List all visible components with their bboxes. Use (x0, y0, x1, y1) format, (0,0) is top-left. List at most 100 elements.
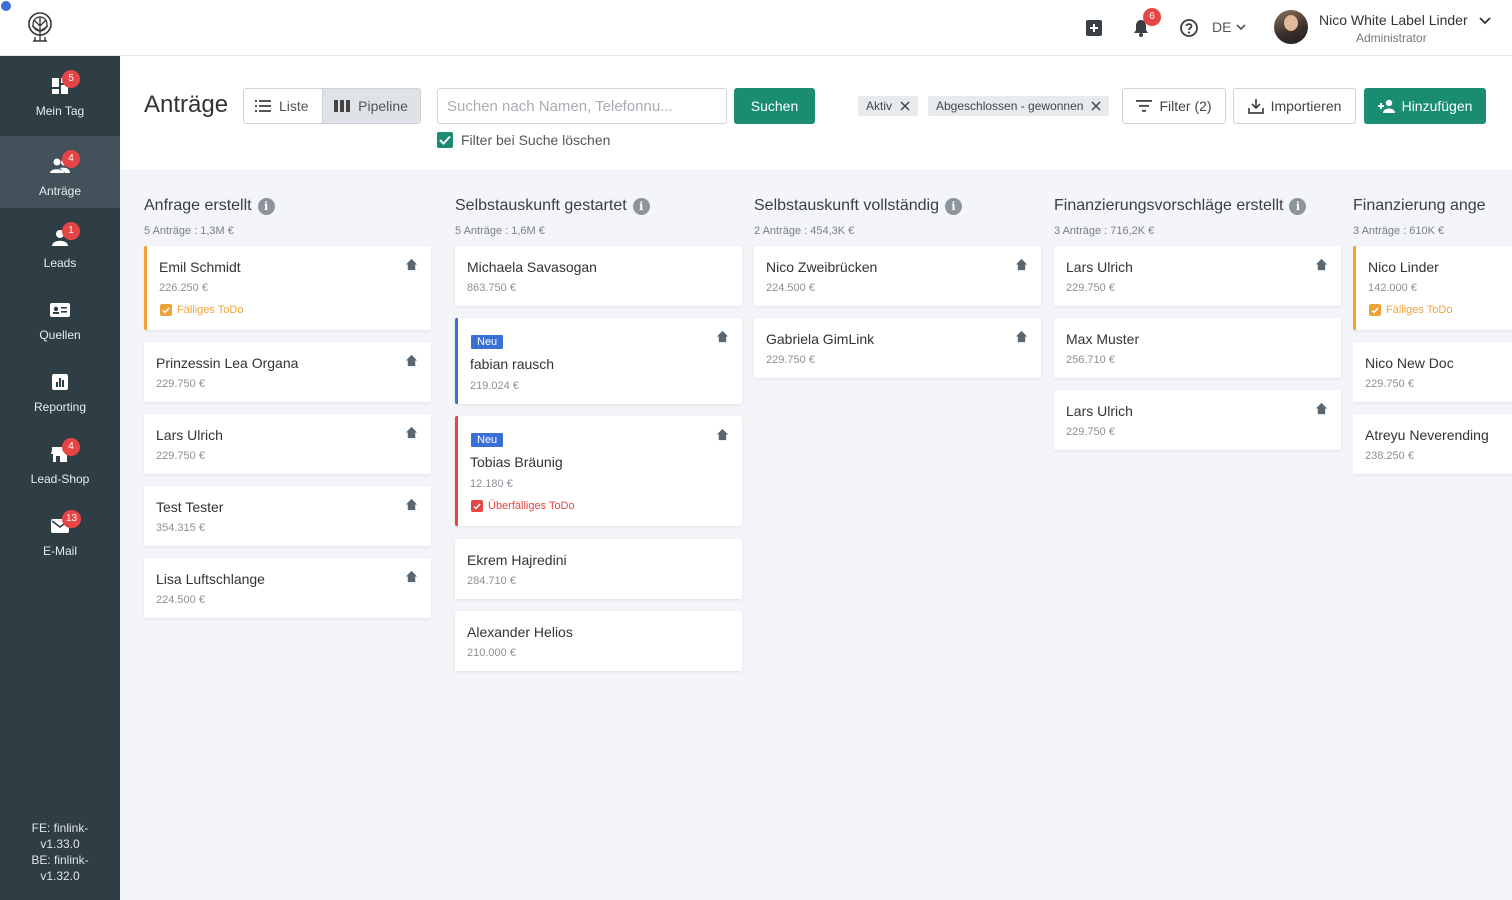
avatar (1274, 10, 1308, 44)
card-amount: 142.000 € (1368, 282, 1417, 294)
card-name: Atreyu Neverending (1365, 427, 1489, 443)
application-card[interactable]: Test Tester 354.315 € (144, 486, 431, 546)
home-icon (405, 498, 418, 511)
bar-chart-icon (50, 372, 70, 392)
user-role: Administrator (1356, 31, 1427, 45)
bell-icon[interactable]: 6 (1129, 8, 1161, 40)
status-dot (1, 1, 11, 11)
card-amount: 238.250 € (1365, 450, 1414, 462)
home-icon (1015, 258, 1028, 271)
card-name: Max Muster (1066, 331, 1140, 347)
filter-button[interactable]: Filter (2) (1122, 88, 1226, 124)
card-amount: 229.750 € (156, 378, 205, 390)
close-icon[interactable] (1091, 101, 1101, 111)
sidebar-item-lead-shop[interactable]: 4 Lead-Shop (0, 424, 120, 496)
application-card[interactable]: Ekrem Hajredini 284.710 € (455, 539, 742, 599)
close-icon[interactable] (900, 101, 910, 111)
application-card[interactable]: Max Muster 256.710 € (1054, 318, 1341, 378)
application-card[interactable]: Alexander Helios 210.000 € (455, 611, 742, 671)
application-card[interactable]: Gabriela GimLink 229.750 € (754, 318, 1041, 378)
home-icon (716, 428, 729, 441)
card-name: Michaela Savasogan (467, 259, 597, 275)
column-title-text: Finanzierungsvorschläge erstellt (1054, 197, 1284, 214)
clear-filter-checkbox[interactable]: Filter bei Suche löschen (437, 132, 610, 148)
search-button[interactable]: Suchen (734, 88, 815, 124)
card-name: Lars Ulrich (1066, 403, 1133, 419)
filter-button-label: Filter (2) (1159, 98, 1212, 114)
search-input[interactable] (437, 88, 727, 124)
calendar-check-icon (471, 500, 483, 512)
application-card[interactable]: Atreyu Neverending 238.250 € (1353, 414, 1512, 474)
application-card[interactable]: Nico Linder 142.000 € Fälliges ToDo (1353, 246, 1512, 330)
info-icon[interactable]: i (632, 197, 650, 215)
sidebar-item-leads[interactable]: 1 Leads (0, 208, 120, 280)
language-select[interactable]: DE (1212, 19, 1247, 35)
home-icon (405, 426, 418, 439)
tree-logo-icon[interactable] (22, 10, 58, 46)
add-button[interactable]: Hinzufügen (1364, 88, 1486, 124)
sidebar-item-mein-tag[interactable]: 5 Mein Tag (0, 56, 120, 128)
column-title: Finanzierung ange (1353, 197, 1486, 215)
sidebar-badge: 4 (62, 150, 80, 168)
card-name: Tobias Bräunig (470, 454, 563, 470)
application-card[interactable]: Neu fabian rausch 219.024 € (455, 318, 742, 404)
card-amount: 354.315 € (156, 522, 205, 534)
calendar-check-icon (1369, 304, 1381, 316)
card-name: fabian rausch (470, 356, 555, 372)
application-card[interactable]: Prinzessin Lea Organa 229.750 € (144, 342, 431, 402)
todo-label: Fälliges ToDo (1386, 304, 1453, 316)
application-card[interactable]: Lisa Luftschlange 224.500 € (144, 558, 431, 618)
version-line: v1.33.0 (40, 837, 80, 851)
user-menu[interactable]: Nico White Label Linder Administrator (1274, 10, 1504, 48)
sidebar-item-e-mail[interactable]: 13 E-Mail (0, 496, 120, 568)
view-list-label: Liste (279, 98, 309, 114)
version-line: v1.32.0 (40, 869, 80, 883)
card-amount: 229.750 € (1066, 282, 1115, 294)
todo-label: Überfälliges ToDo (488, 500, 575, 512)
sidebar-item-reporting[interactable]: Reporting (0, 352, 120, 424)
plus-square-icon[interactable] (1082, 16, 1106, 40)
card-amount: 229.750 € (766, 354, 815, 366)
application-card[interactable]: Neu Tobias Bräunig 12.180 € Überfälliges… (455, 416, 742, 526)
sidebar-item-label: Leads (43, 256, 77, 270)
application-card[interactable]: Lars Ulrich 229.750 € (1054, 390, 1341, 450)
application-card[interactable]: Nico New Doc 229.750 € (1353, 342, 1512, 402)
filter-chip-abgeschlossen[interactable]: Abgeschlossen - gewonnen (928, 96, 1110, 116)
pipeline-board: Anfrage erstellt i 5 Anträge : 1,3M € Em… (120, 170, 1512, 900)
card-name: Alexander Helios (467, 624, 573, 640)
application-card[interactable]: Nico Zweibrücken 224.500 € (754, 246, 1041, 306)
card-amount: 219.024 € (470, 380, 519, 392)
application-card[interactable]: Lars Ulrich 229.750 € (1054, 246, 1341, 306)
sidebar-badge: 5 (62, 70, 80, 88)
application-card[interactable]: Lars Ulrich 229.750 € (144, 414, 431, 474)
todo-indicator: Überfälliges ToDo (471, 500, 575, 512)
card-amount: 224.500 € (766, 282, 815, 294)
view-list-button[interactable]: Liste (244, 89, 322, 123)
info-icon[interactable]: i (1289, 197, 1307, 215)
application-card[interactable]: Emil Schmidt 226.250 € Fälliges ToDo (144, 246, 431, 330)
pipeline-column: Selbstauskunft vollständig i 2 Anträge :… (754, 170, 1042, 900)
new-badge: Neu (471, 433, 504, 447)
language-value: DE (1212, 19, 1232, 35)
id-card-icon (50, 300, 70, 320)
column-summary: 5 Anträge : 1,6M € (455, 225, 545, 237)
info-icon[interactable]: i (945, 197, 962, 215)
card-name: Lisa Luftschlange (156, 571, 265, 587)
version-line: FE: finlink- (31, 821, 89, 835)
import-button[interactable]: Importieren (1233, 88, 1356, 124)
filter-chip-aktiv[interactable]: Aktiv (858, 96, 919, 116)
pipeline-column: Finanzierungsvorschläge erstellt i 3 Ant… (1054, 170, 1342, 900)
column-title-text: Selbstauskunft vollständig (754, 197, 939, 214)
info-icon[interactable]: i (257, 197, 275, 215)
view-pipeline-button[interactable]: Pipeline (322, 89, 420, 123)
help-circle-icon[interactable] (1177, 16, 1201, 40)
card-amount: 224.500 € (156, 594, 205, 606)
sidebar-item-label: E-Mail (42, 544, 77, 558)
sidebar-item-antraege[interactable]: 4 Anträge (0, 136, 120, 208)
download-icon (1247, 99, 1264, 114)
sidebar: 5 Mein Tag 4 Anträge 1 Leads Quellen Rep… (0, 56, 120, 900)
sidebar-item-quellen[interactable]: Quellen (0, 280, 120, 352)
check-icon (437, 132, 453, 148)
sidebar-item-label: Lead-Shop (30, 472, 90, 486)
application-card[interactable]: Michaela Savasogan 863.750 € (455, 246, 742, 306)
